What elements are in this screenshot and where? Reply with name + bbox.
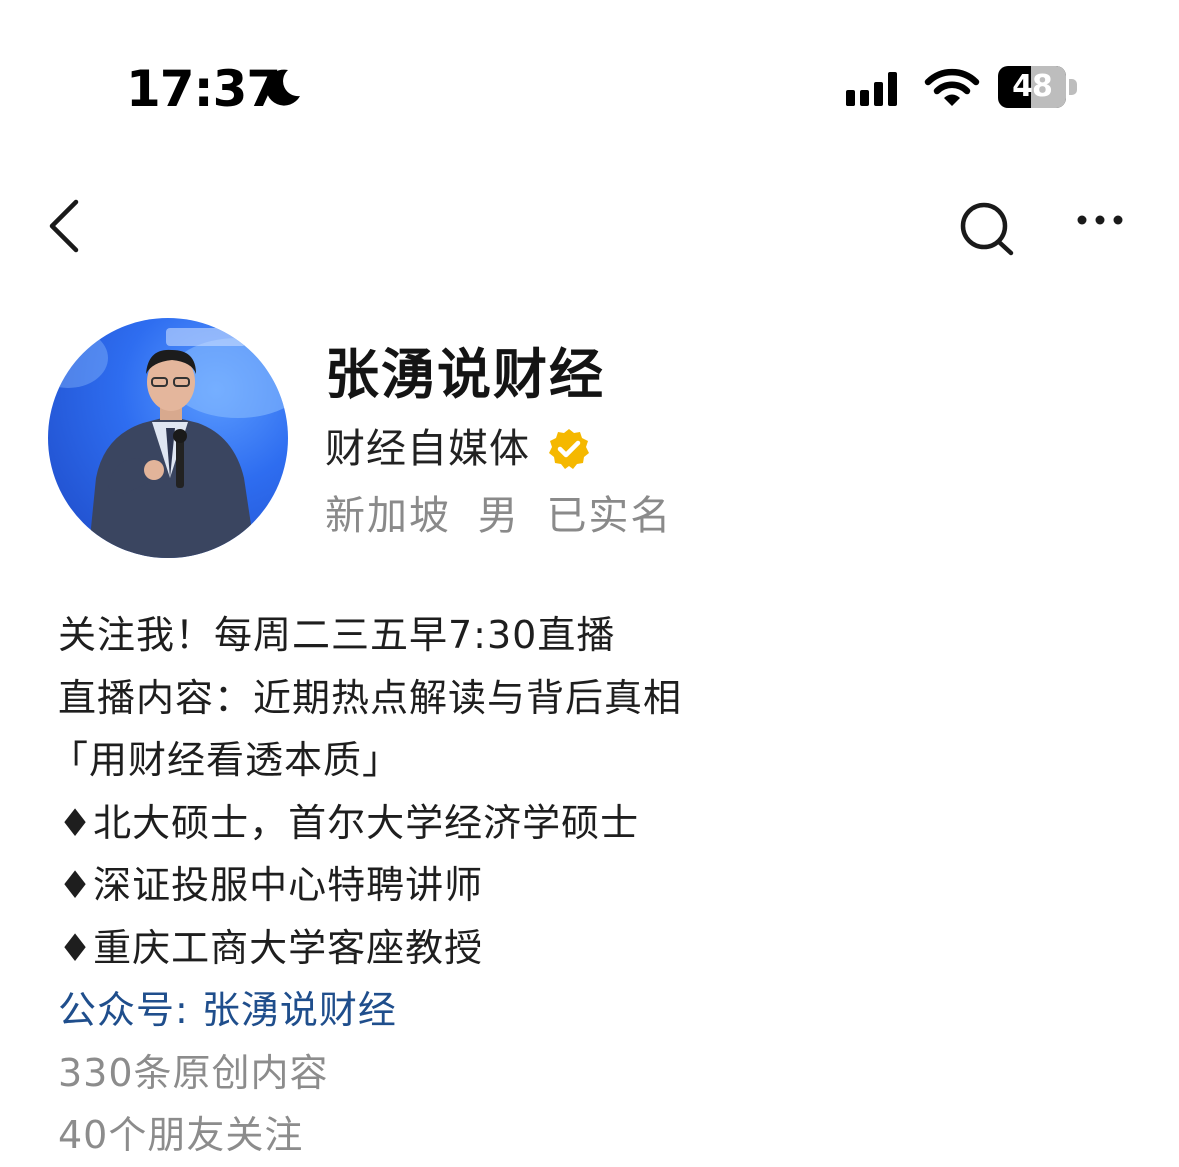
battery-level: 48 [1012,69,1053,104]
bio-line: 关注我！每周二三五早7:30直播 [58,613,616,657]
wifi-icon [924,66,980,112]
battery-icon: 48 [998,66,1066,108]
battery-cap [1069,79,1077,95]
profile-location: 新加坡 [325,493,451,539]
avatar[interactable] [48,318,288,558]
profile-verification: 已实名 [546,493,673,539]
bio-line: ♦重庆工商大学客座教授 [58,925,484,970]
friends-following-count[interactable]: 40个朋友关注 [58,1104,1138,1167]
official-account-link[interactable]: 公众号: 张湧说财经 [58,979,1138,1042]
search-button[interactable] [958,200,1018,264]
verified-badge-icon[interactable] [546,426,592,476]
bio-line: 直播内容：近期热点解读与背后真相 [58,675,683,720]
status-time: 17:37 [126,60,281,118]
bio-line: ♦北大硕士，首尔大学经济学硕士 [58,800,640,845]
search-icon [960,202,1014,256]
cellular-signal-icon [846,70,906,112]
more-button[interactable] [1074,210,1126,234]
bio-line: ♦深证投服中心特聘讲师 [58,863,484,907]
profile-gender: 男 [477,493,520,539]
moon-icon [262,66,304,112]
profile-meta: 新加坡 男 已实名 [325,490,686,542]
profile-bio: 关注我！每周二三五早7:30直播 直播内容：近期热点解读与背后真相 「用财经看透… [50,604,1138,1167]
back-button[interactable] [44,196,84,260]
profile-name: 张湧说财经 [325,343,605,406]
original-content-count[interactable]: 330条原创内容 [58,1042,1138,1105]
bio-line: 「用财经看透本质」 [50,738,402,782]
more-icon [1077,215,1123,225]
profile-category: 财经自媒体 [325,426,530,472]
chevron-left-icon [49,199,79,253]
